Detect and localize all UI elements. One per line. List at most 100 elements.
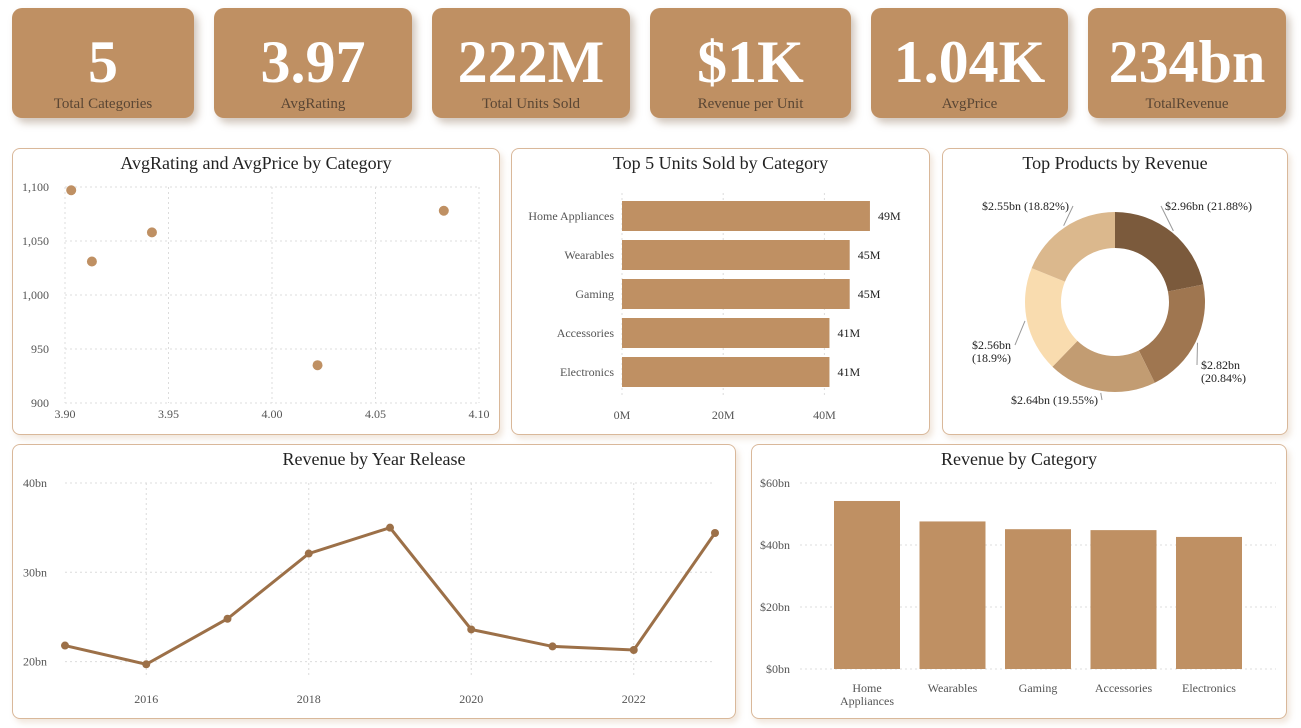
donut-slice <box>1138 284 1205 383</box>
kpi-value: 234bn <box>1108 29 1266 95</box>
slice-label: $2.96bn (21.88%) <box>1165 199 1252 213</box>
category-label: Gaming <box>575 287 614 301</box>
x-tick-label: 0M <box>614 408 631 422</box>
line-point <box>304 549 313 558</box>
category-label: Wearables <box>564 248 614 262</box>
kpi-revenue-per-unit: $1K Revenue per Unit <box>650 8 851 118</box>
kpi-label: AvgRating <box>280 96 346 112</box>
kpi-total-categories: 5 Total Categories <box>12 8 194 118</box>
category-label: Wearables <box>928 681 978 695</box>
y-tick-label: 900 <box>31 396 49 410</box>
slice-label: (20.84%) <box>1201 371 1246 385</box>
kpi-avg-rating: 3.97 AvgRating <box>214 8 412 118</box>
category-label: Home Appliances <box>528 209 614 223</box>
category-label: Electronics <box>560 365 614 379</box>
kpi-label: Total Units Sold <box>481 96 581 112</box>
kpi-label: Total Categories <box>53 96 153 112</box>
category-label: Gaming <box>1019 681 1058 695</box>
x-tick-label: 20M <box>712 408 735 422</box>
line-point <box>223 614 232 623</box>
x-tick-label: 2016 <box>134 692 158 706</box>
bar <box>622 240 850 270</box>
bar <box>1176 536 1242 669</box>
donut-slice <box>1031 212 1115 282</box>
x-tick-label: 4.10 <box>469 407 490 421</box>
kpi-value: 5 <box>88 29 118 95</box>
line-point <box>386 523 394 532</box>
data-label: 45M <box>858 248 881 262</box>
scatter-point <box>312 360 323 371</box>
bar <box>919 521 986 669</box>
category-label: Home <box>852 681 881 695</box>
line-point <box>629 645 638 654</box>
line-point <box>142 660 151 669</box>
kpi-value: 1.04K <box>893 29 1046 95</box>
kpi-total-revenue: 234bn TotalRevenue <box>1088 8 1286 118</box>
leader-line <box>1100 392 1103 401</box>
slice-label: $2.55bn (18.82%) <box>982 199 1069 213</box>
bar <box>1005 529 1071 669</box>
y-tick-label: 30bn <box>23 565 47 579</box>
top-products-panel: Top Products by Revenue $2.96bn (21.88%)… <box>942 148 1288 435</box>
x-tick-label: 2022 <box>622 692 646 706</box>
data-label: 41M <box>837 326 860 340</box>
y-tick-label: 950 <box>31 342 49 356</box>
x-tick-label: 4.05 <box>365 407 386 421</box>
donut-slice <box>1115 212 1204 292</box>
revenue-year-panel: Revenue by Year Release 40bn 30bn 20bn 2016… <box>12 444 736 719</box>
revenue-category-chart: $60bn $40bn $20bn $0bn HomeAppliances Wearabl… <box>760 476 1276 708</box>
y-tick-label: 1,050 <box>22 234 49 248</box>
bar <box>1090 530 1157 669</box>
y-tick-label: $0bn <box>766 662 790 676</box>
leader-line <box>1014 320 1026 346</box>
x-tick-label: 40M <box>813 408 836 422</box>
y-tick-label: 40bn <box>23 476 47 490</box>
bar <box>834 500 900 669</box>
y-tick-label: $40bn <box>760 538 790 552</box>
top-products-chart: $2.96bn (21.88%) $2.82bn(20.84%) $2.64bn (… <box>972 199 1252 407</box>
x-tick-label: 3.95 <box>158 407 179 421</box>
y-tick-label: 1,100 <box>22 180 49 194</box>
scatter-panel: AvgRating and AvgPrice by Category 1,100… <box>12 148 500 435</box>
kpi-label: AvgPrice <box>941 96 998 112</box>
scatter-point <box>438 205 449 216</box>
bar <box>622 279 850 309</box>
y-tick-label: $60bn <box>760 476 790 490</box>
y-tick-label: 1,000 <box>22 288 49 302</box>
kpi-label: Revenue per Unit <box>697 96 804 112</box>
line-point <box>61 641 69 650</box>
kpi-label: TotalRevenue <box>1145 96 1229 112</box>
kpi-total-units-sold: 222M Total Units Sold <box>432 8 630 118</box>
scatter-point <box>66 185 77 196</box>
scatter-point <box>146 227 157 238</box>
line-point <box>548 642 557 651</box>
x-tick-label: 4.00 <box>262 407 283 421</box>
units-sold-panel: Top 5 Units Sold by Category 0M 20M 40M Hom… <box>511 148 930 435</box>
data-label: 41M <box>837 365 860 379</box>
revenue-year-chart: 40bn 30bn 20bn 2016 2018 2020 2022 <box>23 476 719 706</box>
kpi-value: 3.97 <box>260 29 366 95</box>
data-label: 45M <box>858 287 881 301</box>
bar <box>622 357 830 387</box>
slice-label: $2.82bn <box>1201 358 1240 372</box>
series-line <box>64 525 717 666</box>
kpi-value: 222M <box>457 29 605 95</box>
category-label: Electronics <box>1182 681 1236 695</box>
kpi-value: $1K <box>697 29 804 95</box>
y-tick-label: 20bn <box>23 655 47 669</box>
revenue-category-panel: Revenue by Category $60bn $40bn $20bn $0bn H… <box>751 444 1287 719</box>
category-label: Appliances <box>840 694 894 708</box>
scatter-chart: 1,100 1,050 1,000 950 900 3.90 3.95 4.00 4.05 4.1… <box>22 180 490 421</box>
slice-label: $2.64bn (19.55%) <box>1011 393 1098 407</box>
y-tick-label: $20bn <box>760 600 790 614</box>
slice-label: $2.56bn <box>972 338 1011 352</box>
slice-label: (18.9%) <box>972 351 1011 365</box>
x-tick-label: 2018 <box>297 692 321 706</box>
line-point <box>711 529 719 538</box>
category-label: Accessories <box>557 326 615 340</box>
data-label: 49M <box>878 209 901 223</box>
kpi-avg-price: 1.04K AvgPrice <box>871 8 1068 118</box>
bar <box>622 318 830 348</box>
scatter-point <box>86 256 97 267</box>
x-tick-label: 2020 <box>459 692 483 706</box>
